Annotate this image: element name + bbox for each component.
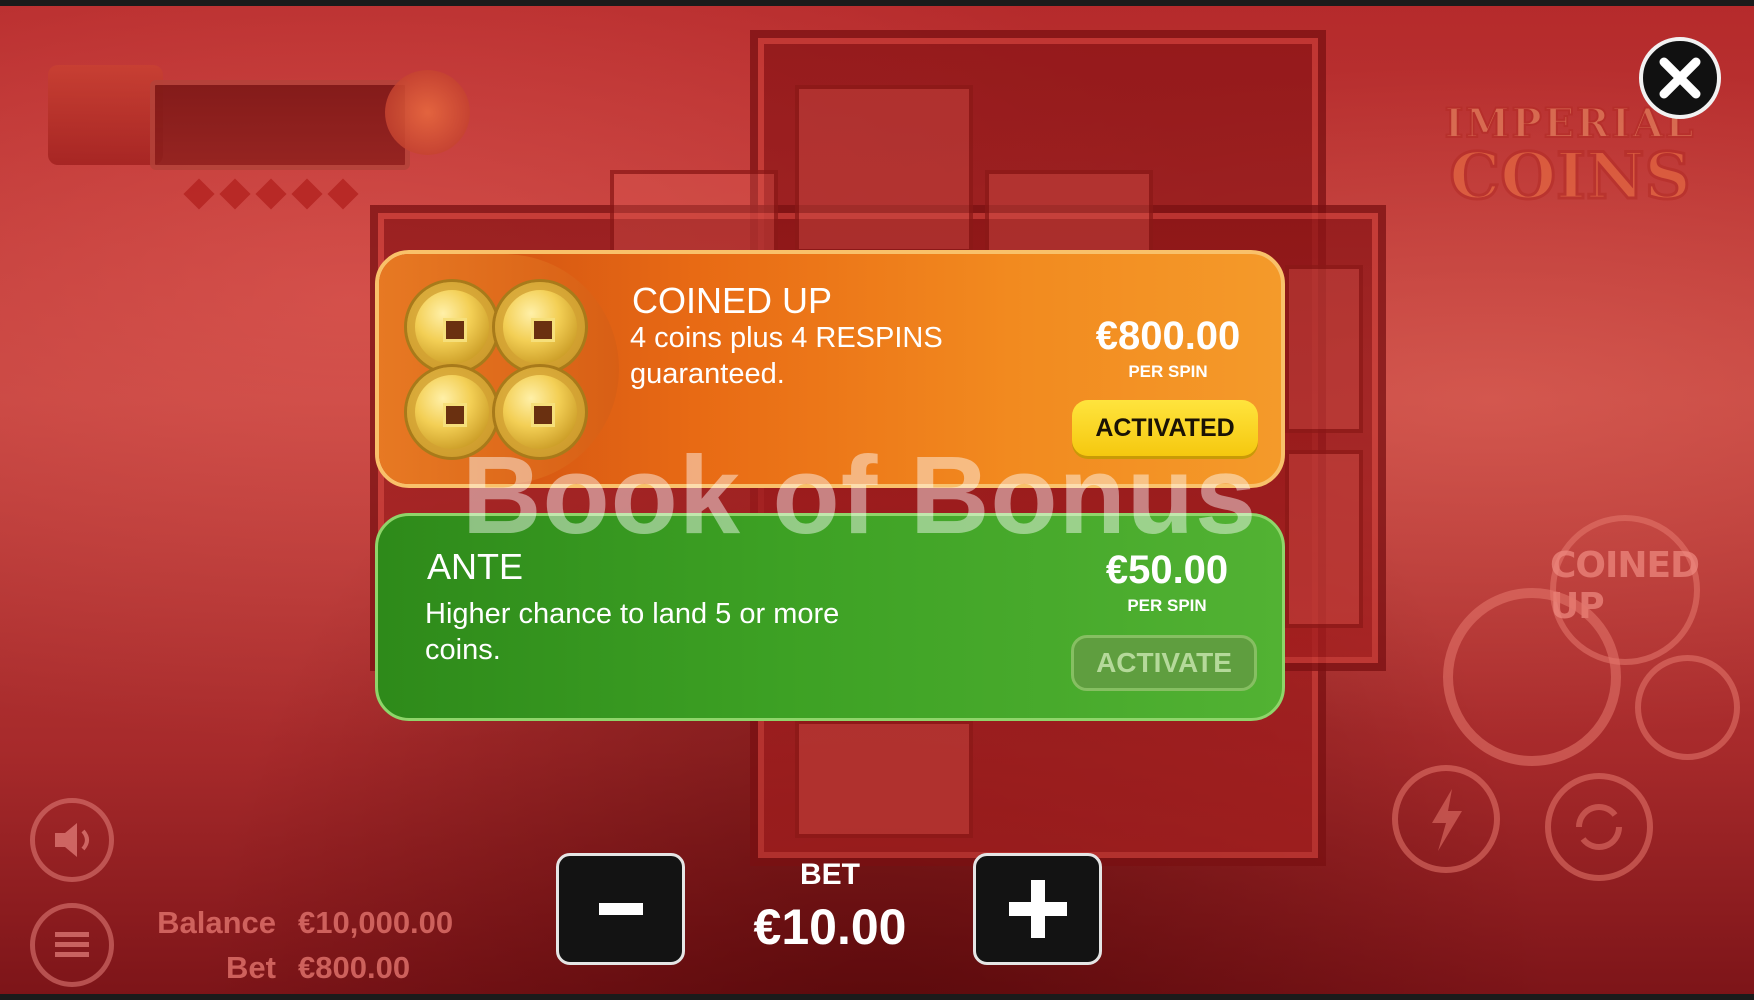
reel-tile [610, 170, 778, 258]
marker-diamond [327, 178, 359, 210]
coined-up-panel: COINED UP 4 coins plus 4 RESPINS guarant… [375, 250, 1285, 488]
ante-activate-button[interactable]: ACTIVATE [1071, 635, 1257, 691]
turbo-button[interactable] [1392, 765, 1500, 873]
marker-diamond [183, 178, 215, 210]
balance-row: Balance €10,000.00 [1, 905, 453, 941]
coined-up-description: 4 coins plus 4 RESPINS guaranteed. [630, 322, 943, 390]
bet-increase-button[interactable] [973, 853, 1102, 965]
coined-up-per-spin: PER SPIN [1128, 362, 1208, 381]
coined-up-activated-button[interactable]: ACTIVATED [1072, 400, 1258, 456]
coined-up-price: €800.00 [1095, 314, 1241, 358]
coin-icon [492, 364, 588, 460]
progress-meter [150, 80, 410, 170]
marker-diamond [255, 178, 287, 210]
sound-button[interactable] [30, 798, 114, 882]
bet-info-label: Bet [226, 950, 276, 985]
reel-tile [1285, 265, 1363, 433]
coined-up-title: COINED UP [632, 280, 833, 321]
minus-icon [598, 903, 643, 915]
lucky-knot-icon [385, 70, 470, 155]
speaker-icon [55, 823, 89, 857]
autoplay-button[interactable] [1545, 773, 1653, 881]
plus-icon [1008, 880, 1067, 938]
autoplay-icon [1576, 804, 1622, 850]
logo-line2: COINS [1448, 139, 1692, 214]
ante-per-spin: PER SPIN [1127, 596, 1207, 615]
bet-info-value: €800.00 [298, 950, 411, 985]
bet-label: BET [800, 858, 860, 891]
progress-markers [183, 178, 359, 210]
bet-info-row: Bet €800.00 [1, 950, 410, 986]
balance-value: €10,000.00 [298, 905, 454, 940]
game-logo: IMPERIAL COINS [1440, 99, 1700, 214]
coin-stack-button[interactable] [1635, 655, 1740, 760]
ante-price: €50.00 [1105, 548, 1229, 592]
coin-icon [404, 364, 500, 460]
coins-emblem-bg [379, 254, 619, 484]
close-button[interactable] [1639, 37, 1721, 119]
lightning-icon [1432, 789, 1462, 851]
reel-tile [985, 170, 1153, 258]
marker-diamond [291, 178, 323, 210]
top-letterbox [0, 0, 1754, 6]
ante-panel: ANTE Higher chance to land 5 or more coi… [375, 513, 1285, 721]
reel-tile [795, 85, 973, 253]
pagoda-icon [48, 65, 163, 165]
close-icon [1659, 57, 1701, 99]
reel-tile [1285, 450, 1363, 628]
coin-icon [492, 279, 588, 375]
bottom-letterbox [0, 994, 1754, 1000]
ante-title: ANTE [427, 546, 524, 587]
reel-tile [795, 720, 973, 838]
coin-icon [404, 279, 500, 375]
balance-label: Balance [157, 905, 276, 940]
bet-value: €10.00 [753, 899, 907, 955]
marker-diamond [219, 178, 251, 210]
spin-button[interactable] [1443, 588, 1621, 766]
ante-description: Higher chance to land 5 or more coins. [425, 598, 840, 666]
bet-decrease-button[interactable] [556, 853, 685, 965]
